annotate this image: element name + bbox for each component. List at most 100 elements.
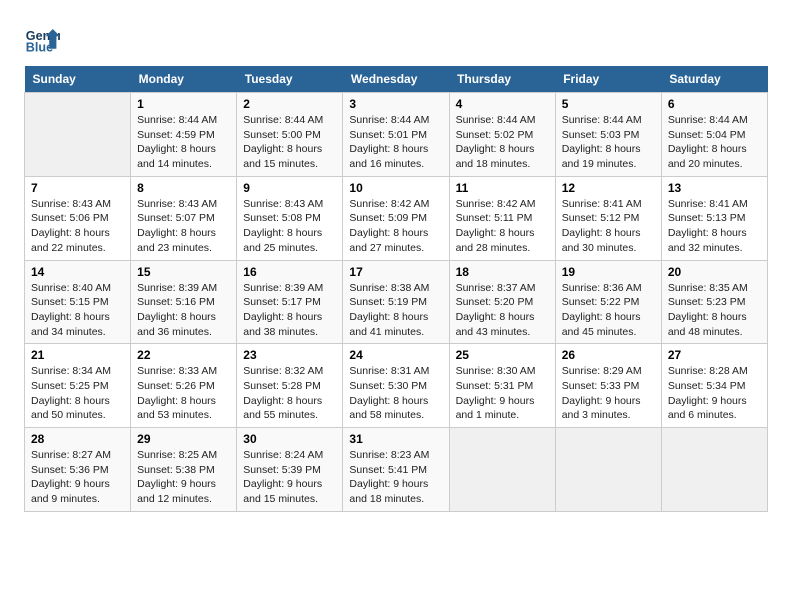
day-cell <box>555 428 661 512</box>
day-info: Sunrise: 8:34 AMSunset: 5:25 PMDaylight:… <box>31 364 124 423</box>
day-info: Sunrise: 8:33 AMSunset: 5:26 PMDaylight:… <box>137 364 230 423</box>
day-number: 1 <box>137 97 230 111</box>
day-number: 29 <box>137 432 230 446</box>
day-cell: 17 Sunrise: 8:38 AMSunset: 5:19 PMDayligh… <box>343 260 449 344</box>
day-info: Sunrise: 8:27 AMSunset: 5:36 PMDaylight:… <box>31 448 124 507</box>
day-cell: 28 Sunrise: 8:27 AMSunset: 5:36 PMDayligh… <box>25 428 131 512</box>
day-info: Sunrise: 8:31 AMSunset: 5:30 PMDaylight:… <box>349 364 442 423</box>
day-cell: 23 Sunrise: 8:32 AMSunset: 5:28 PMDayligh… <box>237 344 343 428</box>
day-info: Sunrise: 8:43 AMSunset: 5:08 PMDaylight:… <box>243 197 336 256</box>
day-cell <box>25 93 131 177</box>
header-cell-saturday: Saturday <box>661 66 767 93</box>
header-cell-wednesday: Wednesday <box>343 66 449 93</box>
day-cell: 10 Sunrise: 8:42 AMSunset: 5:09 PMDayligh… <box>343 176 449 260</box>
day-info: Sunrise: 8:43 AMSunset: 5:07 PMDaylight:… <box>137 197 230 256</box>
day-info: Sunrise: 8:44 AMSunset: 4:59 PMDaylight:… <box>137 113 230 172</box>
day-number: 6 <box>668 97 761 111</box>
header-cell-monday: Monday <box>131 66 237 93</box>
day-info: Sunrise: 8:35 AMSunset: 5:23 PMDaylight:… <box>668 281 761 340</box>
week-row-1: 1 Sunrise: 8:44 AMSunset: 4:59 PMDaylight… <box>25 93 768 177</box>
day-info: Sunrise: 8:28 AMSunset: 5:34 PMDaylight:… <box>668 364 761 423</box>
day-cell: 6 Sunrise: 8:44 AMSunset: 5:04 PMDaylight… <box>661 93 767 177</box>
day-cell: 29Sunrise: 8:25 AMSunset: 5:38 PMDayligh… <box>131 428 237 512</box>
day-number: 22 <box>137 348 230 362</box>
day-info: Sunrise: 8:44 AMSunset: 5:02 PMDaylight:… <box>456 113 549 172</box>
day-number: 19 <box>562 265 655 279</box>
day-info: Sunrise: 8:41 AMSunset: 5:13 PMDaylight:… <box>668 197 761 256</box>
day-number: 24 <box>349 348 442 362</box>
day-info: Sunrise: 8:44 AMSunset: 5:03 PMDaylight:… <box>562 113 655 172</box>
day-cell: 9 Sunrise: 8:43 AMSunset: 5:08 PMDaylight… <box>237 176 343 260</box>
day-number: 23 <box>243 348 336 362</box>
day-number: 21 <box>31 348 124 362</box>
day-cell: 21 Sunrise: 8:34 AMSunset: 5:25 PMDayligh… <box>25 344 131 428</box>
day-number: 7 <box>31 181 124 195</box>
header-row: SundayMondayTuesdayWednesdayThursdayFrid… <box>25 66 768 93</box>
header-cell-thursday: Thursday <box>449 66 555 93</box>
day-info: Sunrise: 8:39 AMSunset: 5:17 PMDaylight:… <box>243 281 336 340</box>
day-number: 13 <box>668 181 761 195</box>
day-cell: 11 Sunrise: 8:42 AMSunset: 5:11 PMDayligh… <box>449 176 555 260</box>
day-cell: 30 Sunrise: 8:24 AMSunset: 5:39 PMDayligh… <box>237 428 343 512</box>
header-cell-tuesday: Tuesday <box>237 66 343 93</box>
day-cell: 24 Sunrise: 8:31 AMSunset: 5:30 PMDayligh… <box>343 344 449 428</box>
day-number: 2 <box>243 97 336 111</box>
day-info: Sunrise: 8:38 AMSunset: 5:19 PMDaylight:… <box>349 281 442 340</box>
day-info: Sunrise: 8:44 AMSunset: 5:04 PMDaylight:… <box>668 113 761 172</box>
day-number: 18 <box>456 265 549 279</box>
day-info: Sunrise: 8:24 AMSunset: 5:39 PMDaylight:… <box>243 448 336 507</box>
day-number: 10 <box>349 181 442 195</box>
day-cell: 13 Sunrise: 8:41 AMSunset: 5:13 PMDayligh… <box>661 176 767 260</box>
day-cell <box>661 428 767 512</box>
day-number: 25 <box>456 348 549 362</box>
day-info: Sunrise: 8:42 AMSunset: 5:09 PMDaylight:… <box>349 197 442 256</box>
day-cell: 4 Sunrise: 8:44 AMSunset: 5:02 PMDaylight… <box>449 93 555 177</box>
day-cell: 18 Sunrise: 8:37 AMSunset: 5:20 PMDayligh… <box>449 260 555 344</box>
day-number: 12 <box>562 181 655 195</box>
day-cell: 22 Sunrise: 8:33 AMSunset: 5:26 PMDayligh… <box>131 344 237 428</box>
day-cell: 19Sunrise: 8:36 AMSunset: 5:22 PMDayligh… <box>555 260 661 344</box>
day-info: Sunrise: 8:44 AMSunset: 5:01 PMDaylight:… <box>349 113 442 172</box>
svg-text:Blue: Blue <box>26 41 53 55</box>
day-number: 4 <box>456 97 549 111</box>
day-number: 26 <box>562 348 655 362</box>
day-cell: 2 Sunrise: 8:44 AMSunset: 5:00 PMDaylight… <box>237 93 343 177</box>
day-cell: 1 Sunrise: 8:44 AMSunset: 4:59 PMDaylight… <box>131 93 237 177</box>
day-cell: 20 Sunrise: 8:35 AMSunset: 5:23 PMDayligh… <box>661 260 767 344</box>
day-info: Sunrise: 8:23 AMSunset: 5:41 PMDaylight:… <box>349 448 442 507</box>
day-number: 14 <box>31 265 124 279</box>
day-info: Sunrise: 8:29 AMSunset: 5:33 PMDaylight:… <box>562 364 655 423</box>
week-row-5: 28 Sunrise: 8:27 AMSunset: 5:36 PMDayligh… <box>25 428 768 512</box>
week-row-3: 14Sunrise: 8:40 AMSunset: 5:15 PMDayligh… <box>25 260 768 344</box>
day-number: 11 <box>456 181 549 195</box>
day-cell: 16Sunrise: 8:39 AMSunset: 5:17 PMDayligh… <box>237 260 343 344</box>
day-cell: 27Sunrise: 8:28 AMSunset: 5:34 PMDayligh… <box>661 344 767 428</box>
header-cell-friday: Friday <box>555 66 661 93</box>
day-number: 3 <box>349 97 442 111</box>
day-info: Sunrise: 8:30 AMSunset: 5:31 PMDaylight:… <box>456 364 549 423</box>
day-cell: 31 Sunrise: 8:23 AMSunset: 5:41 PMDayligh… <box>343 428 449 512</box>
day-number: 28 <box>31 432 124 446</box>
day-number: 9 <box>243 181 336 195</box>
day-info: Sunrise: 8:37 AMSunset: 5:20 PMDaylight:… <box>456 281 549 340</box>
logo-icon: General Blue <box>24 20 60 56</box>
day-number: 17 <box>349 265 442 279</box>
day-cell: 26 Sunrise: 8:29 AMSunset: 5:33 PMDayligh… <box>555 344 661 428</box>
day-info: Sunrise: 8:44 AMSunset: 5:00 PMDaylight:… <box>243 113 336 172</box>
day-info: Sunrise: 8:42 AMSunset: 5:11 PMDaylight:… <box>456 197 549 256</box>
calendar-table: SundayMondayTuesdayWednesdayThursdayFrid… <box>24 66 768 512</box>
day-info: Sunrise: 8:39 AMSunset: 5:16 PMDaylight:… <box>137 281 230 340</box>
day-cell: 7 Sunrise: 8:43 AMSunset: 5:06 PMDaylight… <box>25 176 131 260</box>
day-number: 15 <box>137 265 230 279</box>
day-number: 30 <box>243 432 336 446</box>
day-number: 20 <box>668 265 761 279</box>
day-cell: 3 Sunrise: 8:44 AMSunset: 5:01 PMDaylight… <box>343 93 449 177</box>
week-row-2: 7 Sunrise: 8:43 AMSunset: 5:06 PMDaylight… <box>25 176 768 260</box>
day-cell: 12 Sunrise: 8:41 AMSunset: 5:12 PMDayligh… <box>555 176 661 260</box>
day-cell: 25 Sunrise: 8:30 AMSunset: 5:31 PMDayligh… <box>449 344 555 428</box>
day-info: Sunrise: 8:43 AMSunset: 5:06 PMDaylight:… <box>31 197 124 256</box>
day-info: Sunrise: 8:32 AMSunset: 5:28 PMDaylight:… <box>243 364 336 423</box>
day-cell: 14Sunrise: 8:40 AMSunset: 5:15 PMDayligh… <box>25 260 131 344</box>
day-number: 31 <box>349 432 442 446</box>
day-info: Sunrise: 8:41 AMSunset: 5:12 PMDaylight:… <box>562 197 655 256</box>
